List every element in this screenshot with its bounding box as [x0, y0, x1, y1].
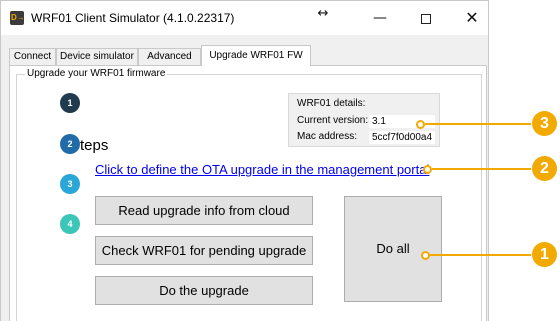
maximize-button[interactable]	[403, 1, 449, 35]
title-bar[interactable]: D→ WRF01 Client Simulator (4.1.0.22317) …	[1, 1, 488, 35]
check-pending-upgrade-button[interactable]: Check WRF01 for pending upgrade	[95, 236, 313, 265]
callout-1-anchor	[421, 251, 430, 260]
current-version-value: 3.1	[369, 115, 435, 128]
resize-arrow-icon: ↔	[317, 6, 329, 21]
groupbox-title: Upgrade your WRF01 firmware	[25, 68, 168, 79]
do-upgrade-button[interactable]: Do the upgrade	[95, 276, 313, 305]
details-title: WRF01 details:	[297, 98, 366, 109]
tab-advanced[interactable]: Advanced	[138, 48, 201, 65]
callout-1-badge: 1	[532, 242, 557, 267]
step-2-badge: 2	[60, 134, 80, 154]
maximize-icon	[421, 13, 431, 24]
current-version-label: Current version:	[297, 115, 369, 126]
tab-device-simulator[interactable]: Device simulator	[56, 48, 138, 65]
app-logo-text: D→	[11, 13, 25, 22]
mac-address-label: Mac address:	[297, 131, 358, 142]
step-3-badge: 3	[60, 174, 80, 194]
mac-address-value: 5ccf7f0d00a4	[369, 131, 435, 144]
tab-upgrade-wrf01-fw[interactable]: Upgrade WRF01 FW	[201, 45, 311, 66]
close-button[interactable]: ✕	[449, 1, 495, 35]
callout-3-badge: 3	[532, 111, 557, 136]
callout-2-line	[432, 168, 531, 170]
tab-connect[interactable]: Connect	[9, 48, 56, 65]
read-upgrade-info-button[interactable]: Read upgrade info from cloud	[95, 196, 313, 225]
callout-2-anchor	[423, 165, 432, 174]
do-all-button[interactable]: Do all	[344, 196, 442, 302]
step-4-badge: 4	[60, 214, 80, 234]
callout-3-line	[425, 123, 531, 125]
callout-2-badge: 2	[532, 156, 557, 181]
callout-3-anchor	[416, 120, 425, 129]
step-1-badge: 1	[60, 93, 80, 113]
minimize-button[interactable]: —	[357, 1, 403, 35]
callout-1-line	[430, 254, 531, 256]
app-logo-icon: D→	[10, 11, 25, 25]
window-title: WRF01 Client Simulator (4.1.0.22317)	[31, 11, 235, 25]
ota-portal-link[interactable]: Click to define the OTA upgrade in the m…	[95, 162, 429, 177]
